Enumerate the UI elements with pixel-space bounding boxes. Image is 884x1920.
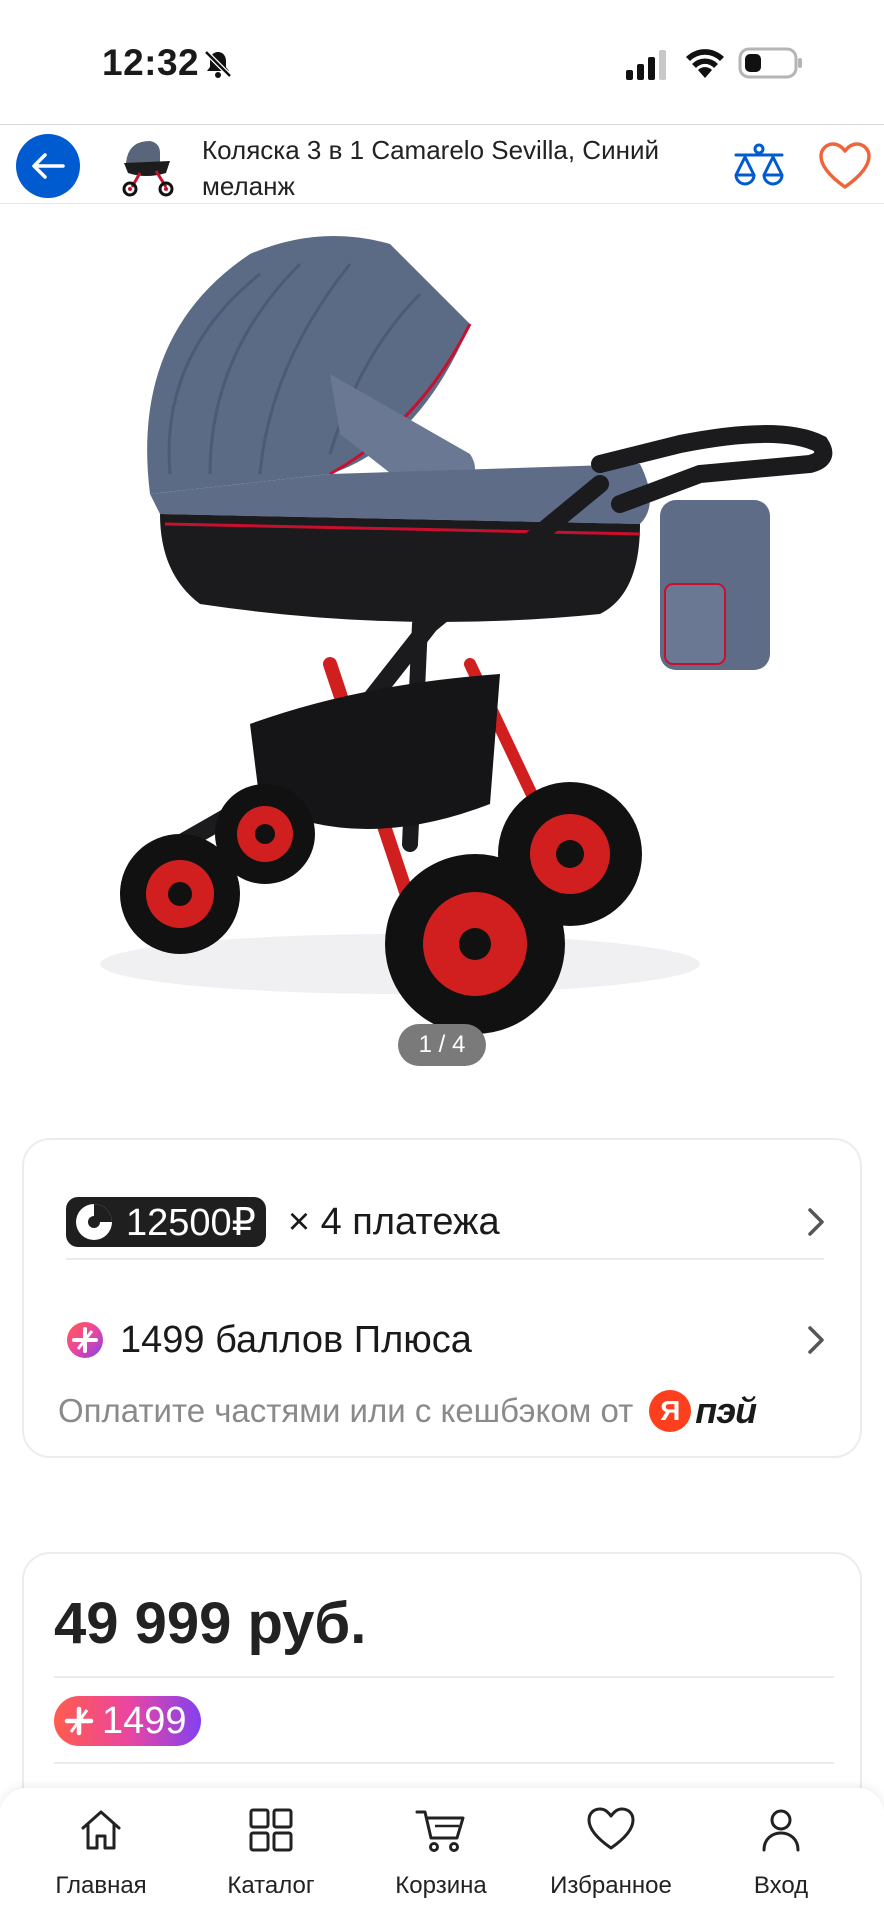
nav-catalog[interactable]: Каталог <box>186 1788 356 1920</box>
product-price: 49 999 руб. <box>54 1591 367 1656</box>
signal-icon <box>626 50 666 80</box>
home-icon <box>81 1810 121 1850</box>
split-suffix: × 4 платежа <box>287 1200 500 1243</box>
compare-icon[interactable] <box>732 143 786 189</box>
stroller-image <box>100 236 833 1034</box>
nav-label: Избранное <box>550 1872 672 1899</box>
plus-cashback-badge: 1499 <box>54 1696 201 1746</box>
favorite-heart-icon[interactable] <box>818 141 872 191</box>
divider <box>54 1762 834 1764</box>
nav-label: Вход <box>753 1872 809 1899</box>
plus-logo-icon <box>67 1322 103 1358</box>
status-bar: 12:32 <box>0 0 884 124</box>
nav-home[interactable]: Главная <box>16 1788 186 1920</box>
user-icon <box>762 1809 800 1852</box>
gallery-pager: 1 / 4 <box>398 1024 486 1066</box>
nav-label: Главная <box>55 1872 147 1899</box>
bell-muted-icon <box>204 50 232 78</box>
product-header: Коляска 3 в 1 Camarelo Sevilla, Синий ме… <box>0 124 884 204</box>
nav-cart[interactable]: Корзина <box>356 1788 526 1920</box>
nav-login[interactable]: Вход <box>696 1788 866 1920</box>
nav-favorites[interactable]: Избранное <box>526 1788 696 1920</box>
plus-points-text: 1499 баллов Плюса <box>120 1318 472 1361</box>
battery-icon <box>738 47 802 79</box>
wifi-icon <box>686 49 724 78</box>
plus-points-row[interactable]: 1499 баллов Плюса <box>66 1300 834 1380</box>
page-title: Коляска 3 в 1 Camarelo Sevilla, Синий ме… <box>202 135 659 201</box>
payment-options-card: 12500₽ × 4 платежа 1499 баллов Плюса Опл… <box>22 1138 862 1458</box>
divider <box>54 1676 834 1678</box>
yandex-pay-word: пэй <box>695 1390 757 1431</box>
bottom-navigation: Главная Каталог Корзина Избранное Вход <box>0 1788 884 1920</box>
catalog-icon <box>249 1808 293 1852</box>
split-amount: 12500₽ <box>126 1201 256 1244</box>
back-button[interactable] <box>16 134 80 198</box>
plus-logo-icon <box>64 1706 94 1736</box>
nav-label: Каталог <box>227 1872 315 1899</box>
product-image-gallery[interactable] <box>0 204 884 1078</box>
yandex-pay-logo: Я пэй <box>649 1390 757 1432</box>
arrow-left-icon <box>32 153 65 179</box>
nav-label: Корзина <box>395 1872 487 1899</box>
chevron-right-icon <box>808 1326 824 1354</box>
split-payment-row[interactable]: 12500₽ × 4 платежа <box>66 1182 834 1262</box>
payment-footer: Оплатите частями или с кешбэком от Я пэй <box>58 1390 757 1432</box>
divider <box>66 1258 824 1260</box>
split-logo-icon <box>76 1204 112 1240</box>
plus-cashback-value: 1499 <box>102 1699 187 1742</box>
split-badge: 12500₽ <box>66 1197 266 1247</box>
payment-footer-text: Оплатите частями или с кешбэком от <box>58 1392 634 1429</box>
yandex-logo-icon: Я <box>649 1390 692 1432</box>
status-time: 12:32 <box>102 42 200 83</box>
cart-icon <box>415 1810 465 1852</box>
heart-icon <box>587 1807 635 1850</box>
product-thumbnail[interactable] <box>116 133 178 197</box>
chevron-right-icon <box>808 1208 824 1236</box>
